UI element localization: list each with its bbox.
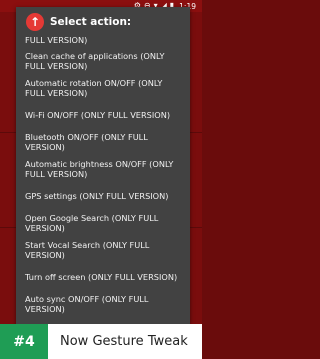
arrow-up-icon: ↑ (26, 13, 44, 31)
rank-badge: #4 (0, 324, 48, 359)
list-item-auto-brightness[interactable]: Automatic brightness ON/OFF (ONLY FULL V… (16, 155, 190, 182)
list-item-auto-sync[interactable]: Auto sync ON/OFF (ONLY FULL VERSION) (16, 290, 190, 317)
action-list: Clean cache of applications (ONLY FULL V… (16, 47, 190, 317)
list-item-bluetooth[interactable]: Bluetooth ON/OFF (ONLY FULL VERSION) (16, 128, 190, 155)
app-banner: #4 Now Gesture Tweak (0, 324, 202, 359)
list-item-vocal-search[interactable]: Start Vocal Search (ONLY FULL VERSION) (16, 236, 190, 263)
list-item-wifi[interactable]: Wi-Fi ON/OFF (ONLY FULL VERSION) (16, 101, 190, 128)
list-item-gps[interactable]: GPS settings (ONLY FULL VERSION) (16, 182, 190, 209)
list-item-clean-cache[interactable]: Clean cache of applications (ONLY FULL V… (16, 47, 190, 74)
list-item-turn-off-screen[interactable]: Turn off screen (ONLY FULL VERSION) (16, 263, 190, 290)
select-action-dialog: ↑ Select action: FULL VERSION) Clean cac… (16, 7, 190, 325)
dialog-header: ↑ Select action: (16, 7, 190, 37)
app-name: Now Gesture Tweak (60, 334, 188, 349)
dialog-title: Select action: (50, 16, 132, 28)
list-item-auto-rotation[interactable]: Automatic rotation ON/OFF (ONLY FULL VER… (16, 74, 190, 101)
list-item-partial[interactable]: FULL VERSION) (16, 35, 190, 45)
list-item-google-search[interactable]: Open Google Search (ONLY FULL VERSION) (16, 209, 190, 236)
